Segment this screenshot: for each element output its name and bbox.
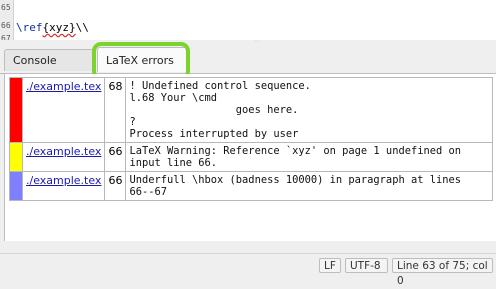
line-break-command: \\ <box>75 21 89 34</box>
encoding-indicator[interactable]: UTF-8 <box>345 258 388 273</box>
file-link[interactable]: ./example.tex <box>26 145 101 158</box>
error-message-cell: LaTeX Warning: Reference `xyz' on page 1… <box>125 142 493 172</box>
error-message-cell: Underfull \hbox (badness 10000) in parag… <box>125 171 493 201</box>
code-editor[interactable]: 65 66 67 \ref{xyz}\\ <box>0 0 496 40</box>
tab-bar: Console output LaTeX errors <box>0 44 496 89</box>
line-number-cell: 66 <box>104 142 127 172</box>
line-number: 66 <box>1 21 11 30</box>
file-cell: ./example.tex <box>21 171 106 201</box>
latex-errors-panel: ./example.tex 68! Undefined control seque… <box>4 74 496 241</box>
table-row[interactable]: ./example.tex 68! Undefined control seque… <box>9 77 493 143</box>
file-link[interactable]: ./example.tex <box>26 174 101 187</box>
tab-console-output[interactable]: Console output <box>4 49 94 89</box>
file-link[interactable]: ./example.tex <box>26 80 101 93</box>
latex-command: \ref <box>16 21 43 34</box>
error-message-cell: ! Undefined control sequence. l.68 Your … <box>125 77 493 143</box>
status-bar: LF UTF-8 Line 63 of 75; col 0 <box>0 253 496 287</box>
severity-color-bar <box>9 142 23 172</box>
line-ending-indicator[interactable]: LF <box>319 258 341 273</box>
splitter-grip-icon[interactable]: ⋯ <box>254 39 262 45</box>
cursor-position-indicator[interactable]: Line 63 of 75; col 0 <box>392 258 493 287</box>
line-number-cell: 66 <box>104 171 127 201</box>
severity-color-bar <box>9 77 23 143</box>
file-cell: ./example.tex <box>21 142 106 172</box>
file-cell: ./example.tex <box>21 77 106 143</box>
line-number-cell: 68 <box>104 77 127 143</box>
severity-color-bar <box>9 171 23 201</box>
code-line[interactable]: \ref{xyz}\\ <box>16 21 89 34</box>
ref-argument: {xyz} <box>42 21 76 34</box>
table-row[interactable]: ./example.tex 66 LaTeX Warning: Reference … <box>9 142 493 172</box>
line-number: 65 <box>1 3 11 12</box>
line-number-gutter: 65 66 67 <box>0 0 14 40</box>
line-number: 67 <box>1 34 11 40</box>
table-row[interactable]: ./example.tex 66 Underfull \hbox (badness … <box>9 171 493 201</box>
errors-table: ./example.tex 68! Undefined control seque… <box>9 77 493 201</box>
